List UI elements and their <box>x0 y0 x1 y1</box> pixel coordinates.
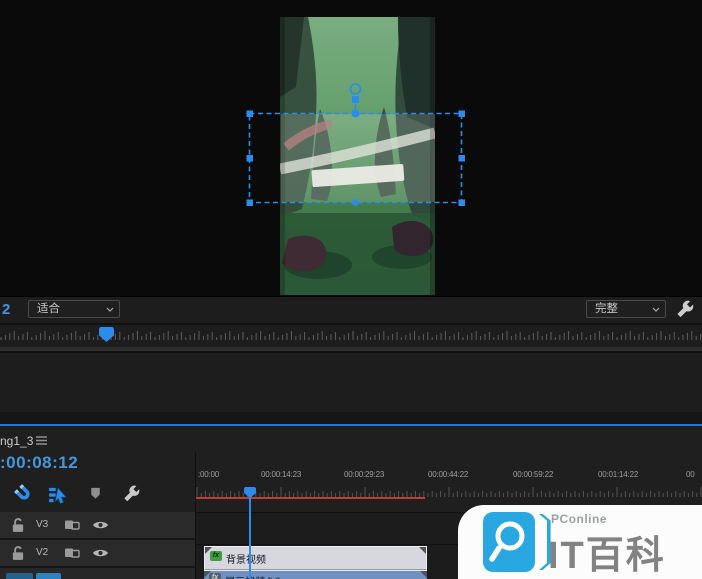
linked-selection-icon[interactable] <box>48 484 70 506</box>
monitor-timecode-fragment: 2 <box>2 301 10 318</box>
anchor-point-circle[interactable] <box>351 84 361 94</box>
track-output-eye-icon[interactable] <box>92 519 109 531</box>
handle-bottom-center[interactable] <box>352 199 358 205</box>
handle-bottom-left[interactable] <box>247 200 254 207</box>
chevron-down-icon <box>652 307 660 312</box>
clip-background-video[interactable]: fx 背景视频 <box>204 546 427 571</box>
add-marker-icon[interactable] <box>88 486 103 501</box>
playback-quality-select[interactable]: 完整 <box>586 300 666 318</box>
fx-badge: fx <box>210 551 222 561</box>
handle-mid-right[interactable] <box>459 155 466 162</box>
sequence-tab[interactable]: ng1_3 <box>0 434 33 448</box>
track-name[interactable]: V3 <box>36 519 48 530</box>
monitor-scrollbar[interactable] <box>0 347 702 351</box>
v1-source-patch-button[interactable] <box>6 573 33 579</box>
timeline-playhead-line <box>249 496 251 579</box>
track-name[interactable]: V2 <box>36 547 48 558</box>
track-lock-icon[interactable] <box>10 545 26 561</box>
handle-bottom-right[interactable] <box>459 200 466 207</box>
track-lock-icon[interactable] <box>10 517 26 533</box>
fx-badge: fx <box>209 573 221 579</box>
handle-top-center[interactable] <box>352 110 360 118</box>
pconline-watermark: PConline IT百科 <box>458 505 702 579</box>
premiere-app-window: 2 适合 完整 { } <box>0 0 702 579</box>
transport-controls: { } <box>0 352 702 413</box>
chevron-down-icon <box>106 307 114 312</box>
render-bar-red <box>196 497 425 499</box>
magnifier-logo <box>483 512 535 572</box>
ruler-label: 00:00:59:22 <box>513 470 553 479</box>
transform-selection-overlay[interactable] <box>0 0 702 296</box>
track-row-v2: V2 <box>0 540 195 568</box>
sync-lock-icon[interactable] <box>64 545 80 561</box>
handle-mid-left[interactable] <box>247 155 254 162</box>
anchor-square[interactable] <box>352 96 359 103</box>
sync-lock-icon[interactable] <box>64 517 80 533</box>
track-header-area: V3 V2 <box>0 512 195 579</box>
ruler-label: 00:01:14:22 <box>598 470 638 479</box>
handle-top-left[interactable] <box>247 111 254 118</box>
clip-title: 展示视频 [V] <box>225 573 280 579</box>
ruler-label: 00:00:29:23 <box>344 470 384 479</box>
header-content-divider <box>195 452 196 579</box>
monitor-settings-wrench-icon[interactable] <box>675 299 695 319</box>
panel-gap <box>0 412 702 424</box>
ruler-label: 00 <box>686 470 695 479</box>
track-row-v3: V3 <box>0 512 195 540</box>
clip-title: 背景视频 <box>226 551 266 566</box>
ruler-label: 00:00:14:23 <box>261 470 301 479</box>
timeline-ruler-ticks <box>197 487 701 497</box>
ruler-label: :00:00 <box>198 470 219 479</box>
timeline-settings-wrench-icon[interactable] <box>122 484 141 503</box>
v1-track-target-button[interactable] <box>36 573 61 579</box>
snap-magnet-icon[interactable] <box>9 479 40 510</box>
playhead-timecode[interactable]: :00:08:12 <box>0 453 78 473</box>
watermark-title: IT百科 <box>548 524 666 579</box>
track-output-eye-icon[interactable] <box>92 547 109 559</box>
panel-menu-icon[interactable] <box>36 436 47 445</box>
handle-top-right[interactable] <box>459 111 466 118</box>
zoom-level-select[interactable]: 适合 <box>28 300 120 318</box>
program-monitor-viewer <box>0 0 702 296</box>
clip-display-video[interactable]: fx 展示视频 [V] <box>204 570 427 579</box>
monitor-control-bar: 2 适合 完整 <box>0 296 702 323</box>
ruler-label: 00:00:44:22 <box>428 470 468 479</box>
